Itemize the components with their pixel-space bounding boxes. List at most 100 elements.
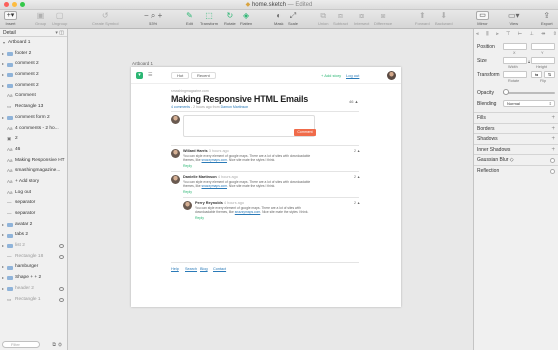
site-logo[interactable]: ▾ [136,72,143,79]
reply-link[interactable]: Reply [195,216,204,220]
add-fill-icon[interactable]: + [551,113,555,123]
lock-ratio-icon[interactable]: 🔒︎ [528,59,530,64]
layer-item[interactable]: ▭ Rectangle 1 [0,295,67,306]
align-top-icon[interactable]: ⊤ [506,31,510,37]
layer-item[interactable]: ▸ list 2 [0,241,67,252]
shadows-section[interactable]: Shadows + [474,133,558,144]
mask-button[interactable]: ◐ Mask [274,11,284,26]
gaussian-blur-section[interactable]: Gaussian Blur ◇ [474,154,558,165]
zoom-control[interactable]: − ⌕ + 53% [144,11,162,26]
post-author-link[interactable]: Damon Martinson [221,105,249,109]
layer-artboard[interactable]: ▾ Artboard 1 [0,38,67,49]
comment-button[interactable]: Comment [294,129,316,136]
sidebar-toggle-icon[interactable]: ▾ ◫ [55,30,64,36]
height-field[interactable] [531,57,555,64]
logout-link[interactable]: Log out [346,73,359,78]
subtract-button[interactable]: ⧈ Subtract [333,11,348,26]
layer-item[interactable]: — separator [0,198,67,209]
reflection-checkbox[interactable] [550,168,555,174]
align-middle-icon[interactable]: ⊢ [518,31,522,37]
artboard-label[interactable]: Artboard 1 [132,61,153,66]
scale-button[interactable]: ⤢ Scale [288,11,298,26]
options-icon[interactable]: ⚙ [58,342,64,348]
transform-button[interactable]: ⬚ Transform [200,11,218,26]
comment-author-name[interactable]: Willard Harris [183,149,208,153]
visibility-eye-icon[interactable] [59,254,64,259]
flip-horizontal-button[interactable]: ⇆ [531,71,542,78]
opacity-slider-knob[interactable] [502,89,509,95]
layer-item[interactable]: ▸ footer 2 [0,49,67,60]
reflection-section[interactable]: Reflection [474,164,558,176]
rotate-button[interactable]: ↻ Rotate [224,11,236,26]
visibility-eye-icon[interactable] [59,286,64,291]
flip-vertical-button[interactable]: ⇅ [544,71,555,78]
layer-item[interactable]: ▸ comment form 2 [0,113,67,124]
width-field[interactable] [503,57,527,64]
comment-votes[interactable]: 2 ▲ [354,201,360,205]
tab-recent[interactable]: Recent [191,72,216,79]
opacity-slider[interactable] [503,92,555,94]
add-border-icon[interactable]: + [551,124,555,134]
comment-link[interactable]: snazzymaps.com [202,158,227,162]
layer-item[interactable]: Aa Making Responsive HT [0,156,67,167]
reply-link[interactable]: Reply [183,190,192,194]
mirror-button[interactable]: ▭ Mirror [476,11,489,26]
distribute-horizontal-icon[interactable]: ⇹ [541,31,545,37]
visibility-eye-icon[interactable] [59,297,64,302]
x-position-field[interactable] [503,43,527,50]
comment-author-name[interactable]: Perry Reynolds [195,201,223,205]
filter-input[interactable]: Filter [2,341,40,348]
layer-item[interactable]: ▸ comment 2 [0,59,67,70]
layer-item[interactable]: ▸ comment 2 [0,81,67,92]
gaussian-blur-checkbox[interactable] [550,158,555,163]
footer-link-blog[interactable]: Blog [200,267,208,271]
footer-link-help[interactable]: Help [171,267,179,271]
rotate-field[interactable] [503,71,527,78]
layer-item[interactable]: ▭ Rectangle 13 [0,102,67,113]
add-inner-shadow-icon[interactable]: + [551,145,555,155]
footer-link-search[interactable]: Search [185,267,197,271]
inner-shadows-section[interactable]: Inner Shadows + [474,143,558,155]
add-shadow-icon[interactable]: + [551,134,555,144]
create-symbol-button[interactable]: ↺ Create Symbol [92,11,118,26]
union-button[interactable]: ⧉ Union [318,11,328,26]
post-domain[interactable]: smashingmagazine.com [171,89,209,93]
layer-item[interactable]: Aa 4 comments - 2 ho... [0,124,67,135]
edit-button[interactable]: ✎ Edit [186,11,193,26]
layer-item[interactable]: Aa Comment [0,91,67,102]
layer-item[interactable]: ▣ 2 [0,134,67,145]
hamburger-icon[interactable]: ☰ [148,72,152,78]
comment-link[interactable]: snazzymaps.com [202,184,227,188]
add-story-link[interactable]: + Add story [321,73,341,78]
comment-link[interactable]: snazzymaps.com [235,210,260,214]
distribute-vertical-icon[interactable]: ⇳ [553,31,557,37]
canvas[interactable]: Artboard 1 ▾ ☰ Hot Recent + Add story Lo… [68,29,473,350]
view-button[interactable]: ▭▾ View [508,11,520,26]
ungroup-button[interactable]: ▢ Ungroup [52,11,67,26]
tab-hot[interactable]: Hot [171,72,190,79]
align-bottom-icon[interactable]: ⊥ [529,31,533,37]
comment-votes[interactable]: 2 ▲ [354,175,360,179]
export-button[interactable]: ⇪ Export [541,11,553,26]
y-position-field[interactable] [531,43,555,50]
layer-item[interactable]: — Rectangle 18 [0,252,67,263]
align-center-icon[interactable]: ⫼ [486,31,488,37]
post-title[interactable]: Making Responsive HTML Emails [171,94,308,104]
layer-item[interactable]: ▸ comment 2 [0,70,67,81]
layer-item[interactable]: Aa Log out [0,188,67,199]
avatar[interactable] [387,71,396,80]
align-right-icon[interactable]: ⫸ [496,31,499,37]
borders-section[interactable]: Borders + [474,122,558,134]
group-button[interactable]: ▣ Group [35,11,46,26]
comment-votes[interactable]: 2 ▲ [354,149,360,153]
layer-panel-actions[interactable]: ⧉⚙ [52,342,64,348]
footer-link-contact[interactable]: Contact [213,267,226,271]
layer-item[interactable]: ▸ hamburger [0,262,67,273]
fills-section[interactable]: Fills + [474,112,558,123]
backward-button[interactable]: ⬇ Backward [435,11,453,26]
gaussian-blur-label[interactable]: Gaussian Blur ◇ [477,157,514,163]
visibility-eye-icon[interactable] [59,244,64,249]
layer-item[interactable]: — separator [0,209,67,220]
layer-item[interactable]: ▸ header 2 [0,284,67,295]
layer-item[interactable]: ▸ avatar 2 [0,220,67,231]
